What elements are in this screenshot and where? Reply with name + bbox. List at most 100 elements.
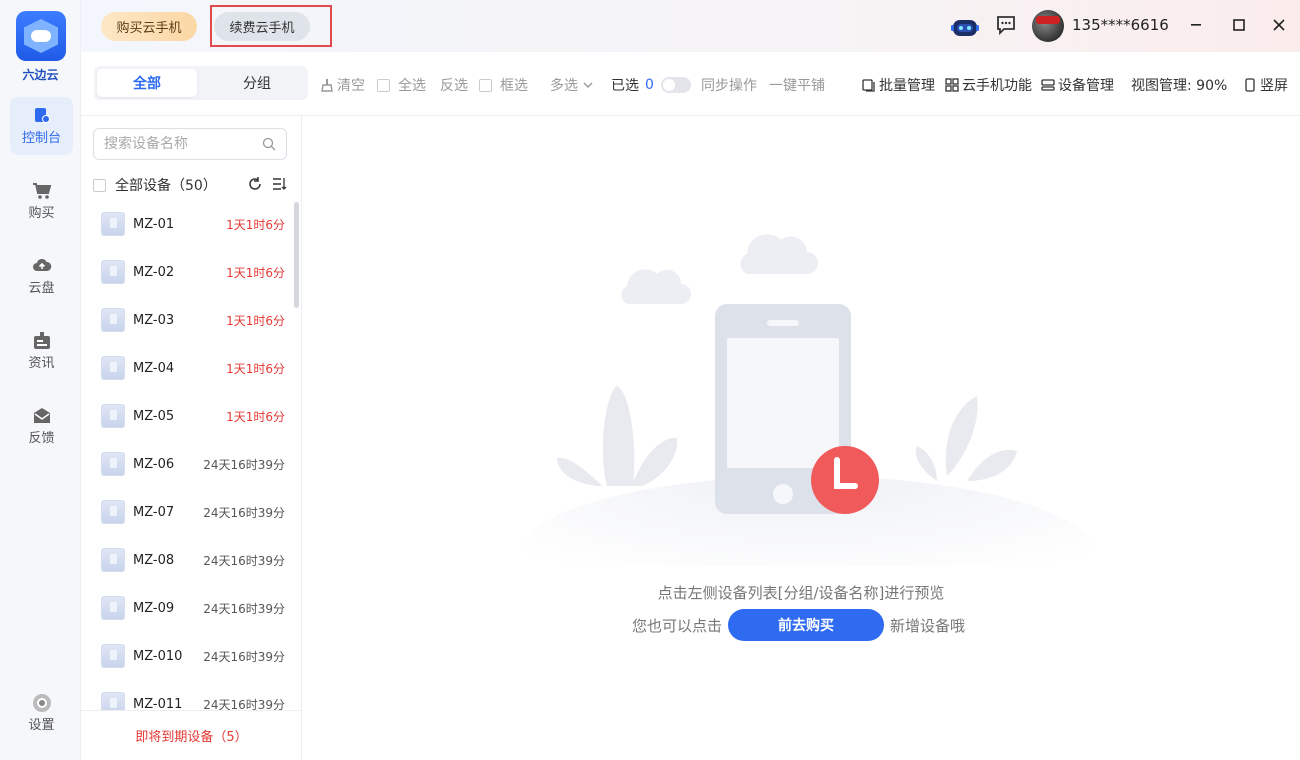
list-item[interactable]: MZ-08 24天16时39分 <box>81 536 291 584</box>
sync-toggle[interactable]: 同步操作 <box>661 75 757 95</box>
box-select-label: 框选 <box>500 78 528 94</box>
clear-button[interactable]: 清空 <box>320 75 365 95</box>
device-thumbnail-icon <box>101 260 125 284</box>
list-item[interactable]: MZ-010 24天16时39分 <box>81 632 291 680</box>
device-mgmt-label: 设备管理 <box>1058 78 1114 94</box>
device-thumbnail-icon <box>101 404 125 428</box>
maximize-icon[interactable] <box>1224 10 1254 40</box>
news-icon <box>33 331 50 349</box>
portrait-toggle[interactable]: 竖屏 <box>1243 75 1288 95</box>
scrollbar[interactable] <box>294 202 299 308</box>
cloud-phone-features-button[interactable]: 云手机功能 <box>945 75 1032 95</box>
select-all-label: 全选 <box>398 78 426 94</box>
empty-hint: 点击左侧设备列表[分组/设备名称]进行预览 <box>657 584 945 602</box>
device-thumbnail-icon <box>101 692 125 710</box>
sync-label: 同步操作 <box>701 78 757 94</box>
list-item[interactable]: MZ-05 1天1时6分 <box>81 392 291 440</box>
box-select-checkbox[interactable]: 框选 <box>479 75 528 95</box>
list-item[interactable]: MZ-011 24天16时39分 <box>81 680 291 710</box>
device-remaining-time: 1天1时6分 <box>226 217 285 232</box>
select-all-checkbox[interactable]: 全选 <box>377 75 426 95</box>
checkbox[interactable] <box>479 78 492 92</box>
user-phone[interactable]: 135****6616 <box>1072 16 1169 34</box>
list-item[interactable]: MZ-01 1天1时6分 <box>81 200 291 248</box>
device-remaining-time: 24天16时39分 <box>203 697 285 711</box>
tab-all[interactable]: 全部 <box>97 69 197 97</box>
list-item[interactable]: MZ-02 1天1时6分 <box>81 248 291 296</box>
view-management-dropdown[interactable]: 视图管理: 90% <box>1131 75 1227 95</box>
hint-suffix: 新增设备哦 <box>890 616 966 635</box>
checkbox[interactable] <box>377 78 390 92</box>
multi-select-dropdown[interactable]: 多选 <box>550 75 593 95</box>
device-remaining-time: 24天16时39分 <box>203 553 285 568</box>
search-input[interactable] <box>93 128 287 160</box>
gear-icon <box>32 693 51 712</box>
left-nav: 六边云 控制台 购买 云盘 资讯 反馈 设置 <box>0 0 81 760</box>
expiring-devices-link[interactable]: 即将到期设备（5） <box>81 710 302 760</box>
device-thumbnail-icon <box>101 308 125 332</box>
device-name: MZ-07 <box>133 504 175 520</box>
top-bar: 购买云手机 续费云手机 135****6616 <box>81 0 1300 52</box>
tab-group[interactable]: 分组 <box>207 69 307 97</box>
toggle-switch[interactable] <box>661 77 691 93</box>
chevron-down-icon <box>583 82 593 88</box>
device-thumbnail-icon <box>101 644 125 668</box>
message-icon[interactable] <box>995 14 1017 36</box>
nav-item-cloud-disk[interactable]: 云盘 <box>10 247 73 305</box>
device-name: MZ-02 <box>133 264 175 280</box>
console-icon <box>34 107 50 123</box>
device-name: MZ-06 <box>133 456 175 472</box>
device-name: MZ-03 <box>133 312 175 328</box>
broom-icon <box>321 79 333 92</box>
cart-icon <box>32 182 51 199</box>
device-name: MZ-09 <box>133 600 175 616</box>
sort-icon[interactable] <box>272 177 287 191</box>
nav-item-settings[interactable]: 设置 <box>10 684 73 742</box>
buy-cloud-phone-button[interactable]: 购买云手机 <box>101 12 197 41</box>
robot-assistant-icon[interactable] <box>951 14 979 40</box>
batch-icon <box>862 79 875 92</box>
device-thumbnail-icon <box>101 596 125 620</box>
list-item[interactable]: MZ-04 1天1时6分 <box>81 344 291 392</box>
tile-button[interactable]: 一键平铺 <box>769 75 825 95</box>
nav-item-news[interactable]: 资讯 <box>10 322 73 380</box>
nav-item-feedback[interactable]: 反馈 <box>10 397 73 455</box>
device-remaining-time: 1天1时6分 <box>226 409 285 424</box>
checkbox[interactable] <box>93 178 106 192</box>
app-logo-icon[interactable] <box>16 11 66 61</box>
device-thumbnail-icon <box>101 212 125 236</box>
device-icon <box>1041 79 1055 91</box>
device-thumbnail-icon <box>101 500 125 524</box>
multi-select-label: 多选 <box>550 78 578 94</box>
list-item[interactable]: MZ-03 1天1时6分 <box>81 296 291 344</box>
search-icon[interactable] <box>262 137 276 151</box>
nav-item-buy[interactable]: 购买 <box>10 172 73 230</box>
buy-hint-row: 您也可以点击 前去购买 新增设备哦 <box>632 609 965 641</box>
close-icon[interactable] <box>1264 10 1294 40</box>
batch-management-button[interactable]: 批量管理 <box>862 75 935 95</box>
list-item[interactable]: MZ-07 24天16时39分 <box>81 488 291 536</box>
nav-label: 资讯 <box>28 355 55 371</box>
renew-cloud-phone-button[interactable]: 续费云手机 <box>214 12 310 41</box>
preview-area: 点击左侧设备列表[分组/设备名称]进行预览 您也可以点击 前去购买 新增设备哦 <box>302 116 1300 760</box>
avatar[interactable] <box>1032 10 1064 42</box>
device-remaining-time: 1天1时6分 <box>226 313 285 328</box>
device-name: MZ-08 <box>133 552 175 568</box>
go-buy-button[interactable]: 前去购买 <box>728 609 885 641</box>
invert-selection-button[interactable]: 反选 <box>440 75 468 95</box>
list-item[interactable]: MZ-09 24天16时39分 <box>81 584 291 632</box>
view-tabs: 全部 分组 <box>94 66 308 100</box>
features-label: 云手机功能 <box>962 78 1032 94</box>
device-remaining-time: 1天1时6分 <box>226 361 285 376</box>
minimize-icon[interactable] <box>1181 10 1211 40</box>
nav-label: 设置 <box>28 717 55 733</box>
nav-item-console[interactable]: 控制台 <box>10 97 73 155</box>
device-management-button[interactable]: 设备管理 <box>1041 75 1114 95</box>
portrait-icon <box>1245 78 1255 92</box>
device-list: MZ-01 1天1时6分 MZ-02 1天1时6分 MZ-03 1天1时6分 M… <box>81 200 291 710</box>
nav-label: 云盘 <box>28 280 55 296</box>
list-item[interactable]: MZ-06 24天16时39分 <box>81 440 291 488</box>
device-name: MZ-04 <box>133 360 175 376</box>
refresh-icon[interactable] <box>248 177 262 191</box>
device-name: MZ-01 <box>133 216 175 232</box>
